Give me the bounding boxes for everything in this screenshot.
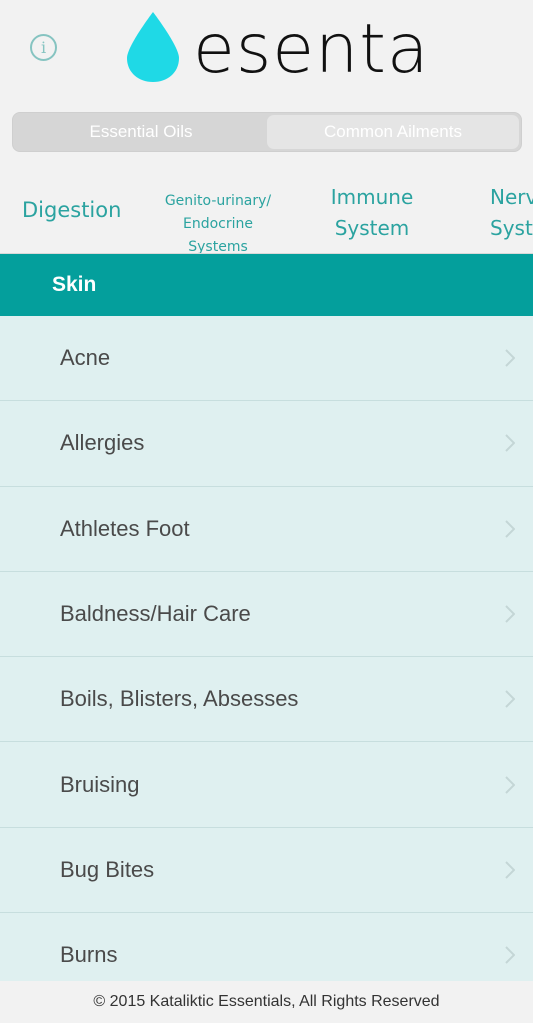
- section-header-skin: Skin: [0, 254, 533, 316]
- tab-label: Syste: [490, 216, 533, 240]
- tab-nervous-system[interactable]: Nerve Syste: [490, 182, 533, 244]
- tab-digestion[interactable]: Digestion: [22, 198, 121, 222]
- list-item[interactable]: Bug Bites: [0, 828, 533, 914]
- list-item-label: Athletes Foot: [60, 515, 190, 541]
- list-item[interactable]: Bruising: [0, 742, 533, 828]
- list-item-label: Allergies: [60, 430, 145, 456]
- chevron-right-icon: [505, 520, 515, 538]
- app-header: i esenta: [0, 0, 533, 108]
- list-item-label: Bruising: [60, 771, 140, 797]
- mode-segmented-control[interactable]: Essential Oils Common Ailments: [12, 112, 522, 152]
- chevron-right-icon: [505, 775, 515, 794]
- chevron-right-icon: [505, 690, 515, 709]
- chevron-right-icon: [505, 861, 515, 879]
- info-icon: i: [40, 37, 47, 57]
- list-item[interactable]: Athletes Foot: [0, 487, 533, 572]
- list-item-label: Acne: [60, 345, 111, 371]
- tab-label: System: [334, 216, 410, 240]
- segment-common-ailments[interactable]: Common Ailments: [267, 115, 519, 149]
- copyright-footer: © 2015 Kataliktic Essentials, All Rights…: [0, 981, 533, 1023]
- ailment-list[interactable]: Acne Allergies Athletes Foot Baldness/Ha…: [0, 316, 533, 981]
- tab-label: Genito-urinary/: [164, 193, 272, 209]
- chevron-right-icon: [505, 605, 515, 623]
- tab-label: Digestion: [22, 198, 122, 222]
- tab-genito-urinary-endocrine[interactable]: Genito-urinary/ Endocrine Systems: [156, 190, 280, 254]
- info-button[interactable]: i: [30, 34, 57, 61]
- chevron-right-icon: [505, 946, 515, 964]
- list-item[interactable]: Acne: [0, 316, 533, 402]
- list-item-label: Bug Bites: [60, 856, 155, 882]
- drop-icon: [127, 12, 179, 82]
- list-item[interactable]: Allergies: [0, 401, 533, 487]
- list-item[interactable]: Boils, Blisters, Absesses: [0, 657, 533, 743]
- tab-label: Nerve: [490, 185, 533, 209]
- chevron-right-icon: [505, 434, 515, 453]
- chevron-right-icon: [505, 349, 515, 367]
- tab-immune-system[interactable]: Immune System: [330, 182, 414, 244]
- tab-label: Immune: [330, 185, 414, 209]
- tab-label: Endocrine Systems: [183, 216, 253, 254]
- list-item-label: Boils, Blisters, Absesses: [60, 686, 299, 712]
- copyright-text: © 2015 Kataliktic Essentials, All Rights…: [93, 993, 440, 1010]
- category-tabs[interactable]: Digestion Genito-urinary/ Endocrine Syst…: [0, 170, 533, 254]
- list-item-label: Baldness/Hair Care: [60, 601, 251, 627]
- app-logo-text: esenta: [193, 10, 430, 89]
- list-item[interactable]: Burns: [0, 913, 533, 981]
- section-title: Skin: [52, 273, 97, 296]
- app-screen: i esenta Essential Oils Common Ailments …: [0, 0, 533, 1023]
- list-item[interactable]: Baldness/Hair Care: [0, 572, 533, 658]
- list-item-label: Burns: [60, 942, 118, 968]
- segment-essential-oils[interactable]: Essential Oils: [15, 115, 267, 149]
